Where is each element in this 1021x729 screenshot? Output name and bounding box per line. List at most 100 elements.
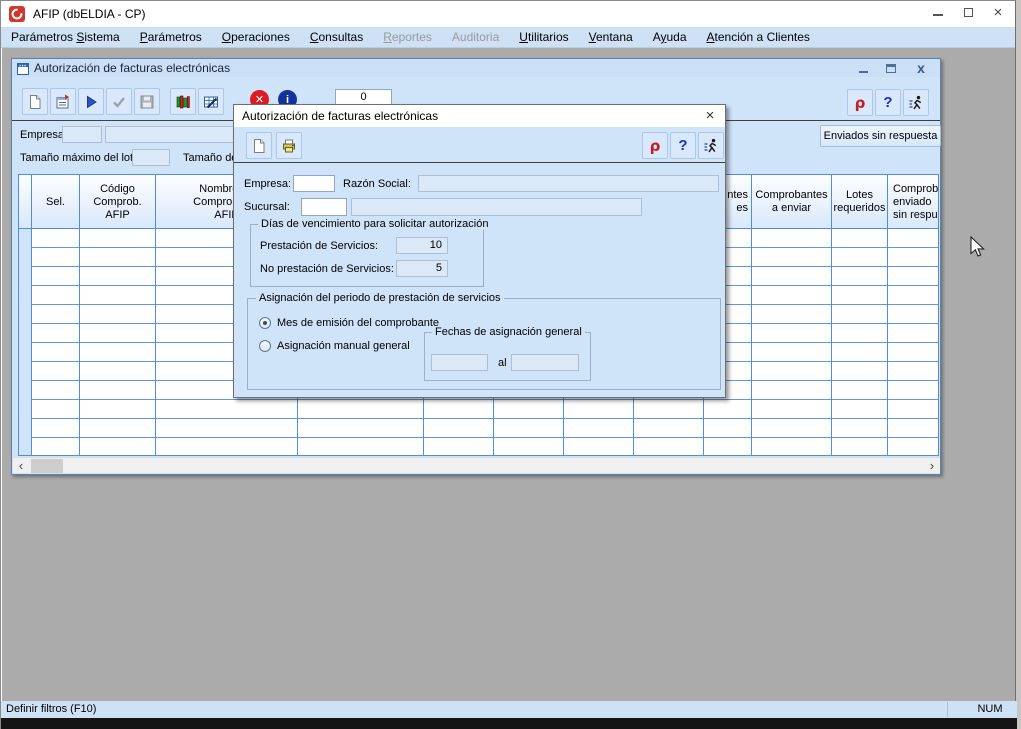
minimize-button[interactable] (923, 1, 953, 25)
minimize-icon (933, 14, 943, 16)
properties-button[interactable] (50, 88, 76, 115)
grid-edit-icon (202, 93, 220, 111)
dialog-print-button[interactable] (276, 132, 302, 159)
help-icon: ? (678, 137, 687, 154)
no-prestacion-field: 5 (396, 260, 448, 277)
menu-par-metros-sistema[interactable]: Parámetros Sistema (1, 27, 130, 48)
radio-mes-label[interactable]: Mes de emisión del comprobante (277, 317, 439, 329)
fechas-group-title: Fechas de asignación general (432, 326, 585, 338)
child-maximize-button[interactable] (878, 60, 904, 76)
main-window: AFIP (dbELDIA - CP) × Parámetros Sistema… (0, 0, 1016, 729)
prestacion-label: Prestación de Servicios: (260, 240, 378, 252)
help-icon: ? (883, 94, 892, 111)
print-icon (280, 137, 298, 155)
new-button[interactable] (22, 88, 48, 115)
child-close-button[interactable]: x (908, 60, 934, 76)
runner-icon (907, 94, 925, 112)
column-header: Comprobantesa enviar (752, 175, 831, 229)
grid-edit-button[interactable] (198, 88, 224, 115)
dialog-sucursal-name-field (351, 198, 642, 216)
dialog-sucursal-label: Sucursal: (244, 201, 290, 213)
vencimiento-group-title: Días de vencimiento para solicitar autor… (258, 218, 491, 230)
child-minimize-button[interactable] (850, 60, 876, 76)
column-header (20, 175, 31, 229)
close-button[interactable]: × (983, 1, 1013, 25)
empresa-label: Empresa: (20, 129, 67, 141)
dialog-title: Autorización de facturas electrónicas (242, 109, 438, 123)
run-button[interactable] (78, 88, 104, 115)
column-header: CódigoComprob.AFIP (80, 175, 155, 229)
tamano-maximo-field (132, 149, 170, 166)
dialog-help-button[interactable]: ? (670, 132, 696, 159)
radio-manual-label[interactable]: Asignación manual general (277, 340, 410, 352)
properties-icon (54, 93, 72, 111)
dialog-toolbar-separator (234, 162, 725, 163)
exit-button[interactable]: ρ (847, 89, 873, 116)
fecha-hasta-field (511, 354, 579, 371)
exit-rho-icon: ρ (650, 137, 661, 155)
menu-consultas[interactable]: Consultas (300, 27, 373, 48)
table-row[interactable] (19, 400, 938, 419)
dialog-razon-label: Razón Social: (343, 178, 411, 190)
column-header: Sel. (32, 175, 79, 229)
menu-ventana[interactable]: Ventana (579, 27, 643, 48)
menu-ayuda[interactable]: Ayuda (643, 27, 697, 48)
scrollbar-thumb[interactable] (31, 459, 63, 473)
dialog-empresa-field[interactable] (293, 175, 335, 192)
tamano-maximo-label: Tamaño máximo del lote: (20, 152, 142, 164)
child-titlebar: Autorización de facturas electrónicas x (12, 59, 940, 77)
run-icon (82, 93, 100, 111)
dialog-window: Autorización de facturas electrónicas × … (233, 104, 726, 398)
row-selector-column (19, 229, 31, 455)
prestacion-field: 10 (396, 237, 448, 254)
columns-icon (174, 93, 192, 111)
dialog-sucursal-field[interactable] (301, 198, 347, 216)
help-button[interactable]: ? (875, 89, 901, 116)
app-logo-icon (9, 6, 25, 22)
screen: AFIP (dbELDIA - CP) × Parámetros Sistema… (0, 0, 1021, 729)
main-titlebar: AFIP (dbELDIA - CP) × (1, 1, 1015, 27)
fecha-desde-field (431, 354, 488, 371)
save-icon (138, 93, 156, 111)
asignacion-group-title: Asignación del periodo de prestación de … (256, 292, 504, 304)
horizontal-scrollbar[interactable]: ‹ › (13, 457, 940, 473)
mdi-area: Autorización de facturas electrónicas x (2, 48, 1015, 701)
confirm-icon (110, 93, 128, 111)
menu-reportes: Reportes (373, 27, 442, 48)
table-row[interactable] (19, 419, 938, 438)
menu-par-metros[interactable]: Parámetros (130, 27, 212, 48)
menu-atenci-n-a-clientes[interactable]: Atención a Clientes (697, 27, 820, 48)
exit-rho-icon: ρ (855, 94, 866, 112)
menu-operaciones[interactable]: Operaciones (212, 27, 300, 48)
new-document-icon (250, 137, 268, 155)
confirm-button[interactable] (106, 88, 132, 115)
close-icon: × (994, 4, 1003, 21)
quick-exit-button[interactable] (903, 89, 929, 116)
main-window-title: AFIP (dbELDIA - CP) (33, 7, 145, 21)
scroll-left-icon[interactable]: ‹ (13, 458, 29, 474)
status-separator (947, 702, 948, 717)
menu-bar: Parámetros SistemaParámetrosOperacionesC… (1, 27, 1015, 48)
menu-auditoria: Auditoria (442, 27, 509, 48)
status-message: Definir filtros (F10) (6, 703, 96, 715)
dialog-new-button[interactable] (246, 132, 272, 159)
columns-button[interactable] (170, 88, 196, 115)
dialog-quick-exit-button[interactable] (698, 132, 724, 159)
dialog-close-button[interactable]: × (701, 107, 719, 125)
radio-asignacion-manual[interactable] (259, 340, 271, 352)
scroll-right-icon[interactable]: › (924, 458, 940, 474)
maximize-icon (964, 8, 973, 17)
dialog-exit-button[interactable]: ρ (642, 132, 668, 159)
empresa-code-field (62, 126, 102, 143)
no-prestacion-label: No prestación de Servicios: (260, 263, 394, 275)
enviados-sin-respuesta-button[interactable]: Enviados sin respuesta (820, 125, 941, 147)
maximize-icon (886, 64, 896, 73)
table-row[interactable] (19, 438, 938, 456)
radio-mes-emision[interactable] (259, 317, 271, 329)
mouse-cursor (970, 236, 985, 258)
maximize-button[interactable] (953, 1, 983, 25)
menu-utilitarios[interactable]: Utilitarios (509, 27, 578, 48)
column-header: Comprobaenviadosin respue (888, 175, 939, 229)
new-document-icon (26, 93, 44, 111)
save-button[interactable] (134, 88, 160, 115)
